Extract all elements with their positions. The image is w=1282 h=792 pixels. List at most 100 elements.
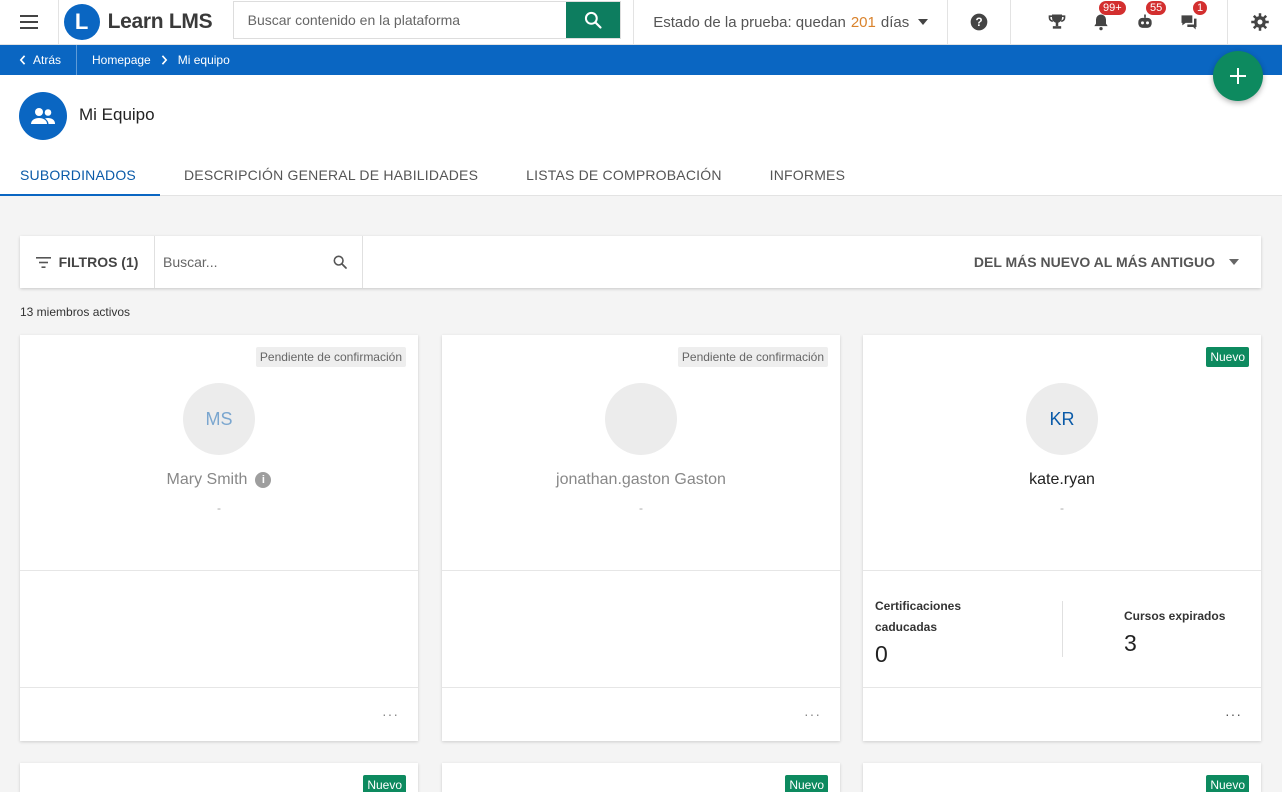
page-header: Mi Equipo SUBORDINADOS DESCRIPCIÓN GENER… bbox=[0, 75, 1282, 196]
tab-subordinados[interactable]: SUBORDINADOS bbox=[0, 162, 160, 196]
sort-dropdown[interactable]: DEL MÁS NUEVO AL MÁS ANTIGUO bbox=[974, 254, 1261, 270]
tab-bar: SUBORDINADOS DESCRIPCIÓN GENERAL DE HABI… bbox=[0, 162, 869, 196]
member-card[interactable]: Pendiente de confirmación MS Mary Smith i… bbox=[20, 335, 418, 741]
robot-icon bbox=[1138, 14, 1152, 28]
status-badge: Nuevo bbox=[1206, 775, 1249, 792]
more-options-icon[interactable]: ··· bbox=[1225, 706, 1242, 722]
team-icon bbox=[19, 92, 67, 140]
divider bbox=[1062, 601, 1063, 657]
filter-bar: FILTROS (1) DEL MÁS NUEVO AL MÁS ANTIGUO bbox=[20, 236, 1261, 288]
notifications-button[interactable]: 99+ bbox=[1079, 0, 1126, 44]
member-name-text: Mary Smith bbox=[166, 471, 248, 488]
member-name[interactable]: Mary Smith i bbox=[20, 471, 418, 489]
bot-button[interactable]: 55 bbox=[1123, 0, 1167, 44]
logo-text: Learn LMS bbox=[107, 10, 213, 33]
expired-certifications-label: Certificaciones caducadas bbox=[875, 596, 961, 638]
page-title: Mi Equipo bbox=[79, 105, 155, 124]
search-icon bbox=[585, 11, 603, 29]
global-search bbox=[232, 1, 622, 39]
member-subtitle: - bbox=[639, 501, 643, 515]
svg-text:?: ? bbox=[975, 16, 982, 29]
filters-button[interactable]: FILTROS (1) bbox=[20, 236, 155, 288]
member-name[interactable]: jonathan.gaston Gaston bbox=[442, 471, 840, 489]
expired-courses-value: 3 bbox=[1124, 630, 1137, 656]
member-count: 13 miembros activos bbox=[20, 305, 131, 319]
breadcrumb-bar: Atrás Homepage Mi equipo bbox=[0, 45, 1282, 75]
help-icon: ? bbox=[970, 13, 988, 31]
plus-icon bbox=[1230, 68, 1246, 84]
expired-certifications-label-line2: caducadas bbox=[875, 620, 938, 634]
app-logo[interactable]: L Learn LMS bbox=[59, 0, 233, 44]
member-card[interactable]: Nuevo bbox=[20, 763, 418, 792]
filters-label: FILTROS (1) bbox=[58, 254, 139, 270]
breadcrumb-current: Mi equipo bbox=[177, 53, 230, 67]
divider bbox=[1010, 0, 1011, 44]
avatar bbox=[605, 383, 677, 455]
bot-badge: 55 bbox=[1146, 1, 1167, 15]
card-stats bbox=[442, 571, 840, 688]
member-subtitle: - bbox=[217, 501, 221, 515]
menu-icon[interactable] bbox=[0, 0, 59, 44]
search-button[interactable] bbox=[566, 2, 621, 38]
status-badge: Pendiente de confirmación bbox=[255, 347, 406, 367]
card-footer: ··· bbox=[863, 688, 1261, 741]
chat-button[interactable]: 1 bbox=[1167, 0, 1211, 44]
search-icon[interactable] bbox=[332, 254, 348, 270]
help-button[interactable]: ? bbox=[957, 0, 1001, 44]
avatar: MS bbox=[183, 383, 255, 455]
avatar: KR bbox=[1026, 383, 1098, 455]
breadcrumb: Homepage Mi equipo bbox=[77, 53, 230, 67]
trophy-button[interactable] bbox=[1035, 0, 1079, 44]
member-search-input[interactable] bbox=[163, 254, 332, 270]
member-card[interactable]: Nuevo KR kate.ryan - Certificaciones cad… bbox=[863, 335, 1261, 741]
add-button[interactable] bbox=[1213, 51, 1263, 101]
status-badge: Nuevo bbox=[785, 775, 828, 792]
trial-status[interactable]: Estado de la prueba: quedan 201 días bbox=[633, 0, 948, 44]
tab-informes[interactable]: INFORMES bbox=[746, 162, 870, 196]
card-footer: ··· bbox=[20, 688, 418, 741]
header-actions: ? 99+ 55 1 bbox=[948, 0, 1282, 44]
trial-days: 201 bbox=[850, 13, 876, 31]
caret-down-icon bbox=[1229, 259, 1239, 265]
trial-prefix: Estado de la prueba: quedan bbox=[653, 13, 846, 31]
expired-certifications-label-line1: Certificaciones bbox=[875, 599, 962, 613]
breadcrumb-homepage[interactable]: Homepage bbox=[92, 53, 151, 67]
notifications-badge: 99+ bbox=[1099, 1, 1126, 15]
card-stats bbox=[20, 571, 418, 688]
card-stats: Certificaciones caducadas 0 Cursos expir… bbox=[863, 571, 1261, 688]
logo-mark: L bbox=[63, 4, 100, 40]
more-options-icon[interactable]: ··· bbox=[382, 706, 399, 722]
member-card[interactable]: Pendiente de confirmación jonathan.gasto… bbox=[442, 335, 840, 741]
back-label: Atrás bbox=[33, 53, 62, 67]
trial-suffix: días bbox=[880, 13, 910, 31]
info-icon[interactable]: i bbox=[255, 472, 272, 488]
trophy-icon bbox=[1048, 14, 1066, 29]
member-name[interactable]: kate.ryan bbox=[863, 471, 1261, 489]
status-badge: Nuevo bbox=[1206, 347, 1249, 367]
settings-button[interactable] bbox=[1238, 0, 1282, 44]
tab-listas[interactable]: LISTAS DE COMPROBACIÓN bbox=[502, 162, 746, 196]
member-search bbox=[155, 236, 363, 288]
status-badge: Pendiente de confirmación bbox=[677, 347, 828, 367]
gear-icon bbox=[1251, 13, 1269, 31]
bell-icon bbox=[1094, 14, 1108, 31]
more-options-icon[interactable]: ··· bbox=[804, 706, 821, 722]
global-search-input[interactable] bbox=[233, 2, 567, 38]
top-bar: L Learn LMS Estado de la prueba: quedan … bbox=[0, 0, 1282, 45]
chat-icon bbox=[1181, 15, 1197, 30]
chevron-left-icon bbox=[19, 55, 26, 65]
member-subtitle: - bbox=[1060, 501, 1064, 515]
expired-courses-label: Cursos expirados bbox=[1124, 609, 1226, 623]
member-card[interactable]: Nuevo bbox=[863, 763, 1261, 792]
card-footer: ··· bbox=[442, 688, 840, 741]
sort-label: DEL MÁS NUEVO AL MÁS ANTIGUO bbox=[973, 254, 1215, 270]
tab-habilidades[interactable]: DESCRIPCIÓN GENERAL DE HABILIDADES bbox=[160, 162, 502, 196]
chat-badge: 1 bbox=[1193, 1, 1208, 15]
filter-icon bbox=[35, 256, 51, 268]
member-card[interactable]: Nuevo bbox=[442, 763, 840, 792]
expired-certifications-value: 0 bbox=[875, 641, 888, 667]
divider bbox=[1227, 0, 1228, 44]
back-button[interactable]: Atrás bbox=[0, 45, 78, 75]
chevron-right-icon bbox=[161, 55, 168, 65]
status-badge: Nuevo bbox=[363, 775, 406, 792]
